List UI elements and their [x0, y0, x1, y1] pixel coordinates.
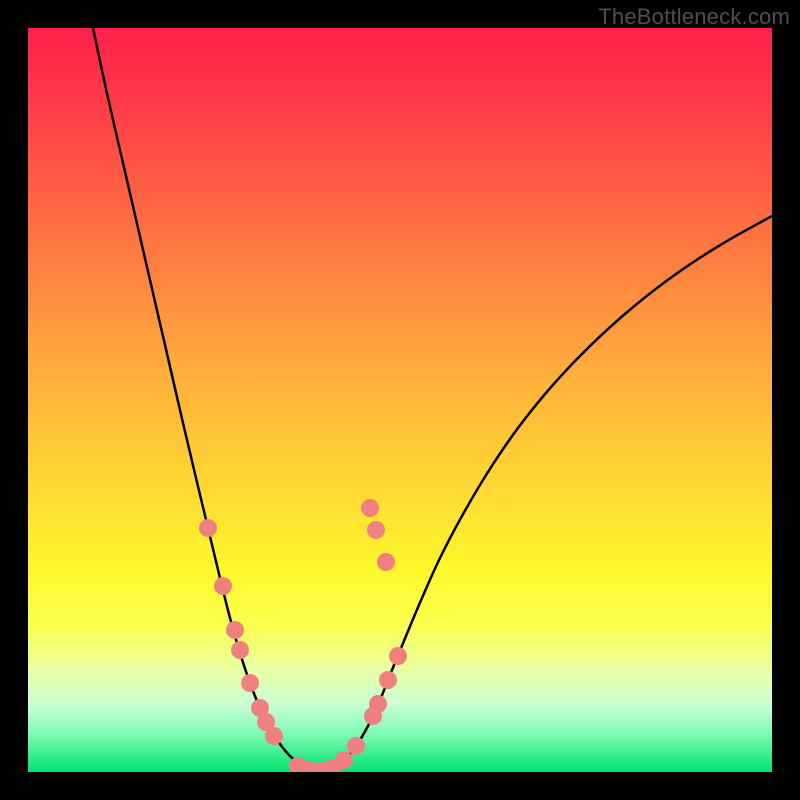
data-dot — [226, 621, 244, 639]
data-dot — [389, 647, 407, 665]
data-dot — [379, 671, 397, 689]
dots-group — [199, 499, 407, 772]
data-dot — [369, 695, 387, 713]
curves-group — [93, 28, 772, 771]
curve-left-curve — [93, 28, 320, 771]
chart-svg — [28, 28, 772, 772]
chart-plot-area — [28, 28, 772, 772]
watermark-text: TheBottleneck.com — [598, 4, 790, 30]
data-dot — [367, 521, 385, 539]
data-dot — [335, 751, 353, 769]
data-dot — [231, 641, 249, 659]
data-dot — [241, 674, 259, 692]
data-dot — [199, 519, 217, 537]
data-dot — [361, 499, 379, 517]
data-dot — [377, 553, 395, 571]
data-dot — [214, 577, 232, 595]
data-dot — [347, 737, 365, 755]
chart-frame: TheBottleneck.com — [0, 0, 800, 800]
data-dot — [265, 727, 283, 745]
